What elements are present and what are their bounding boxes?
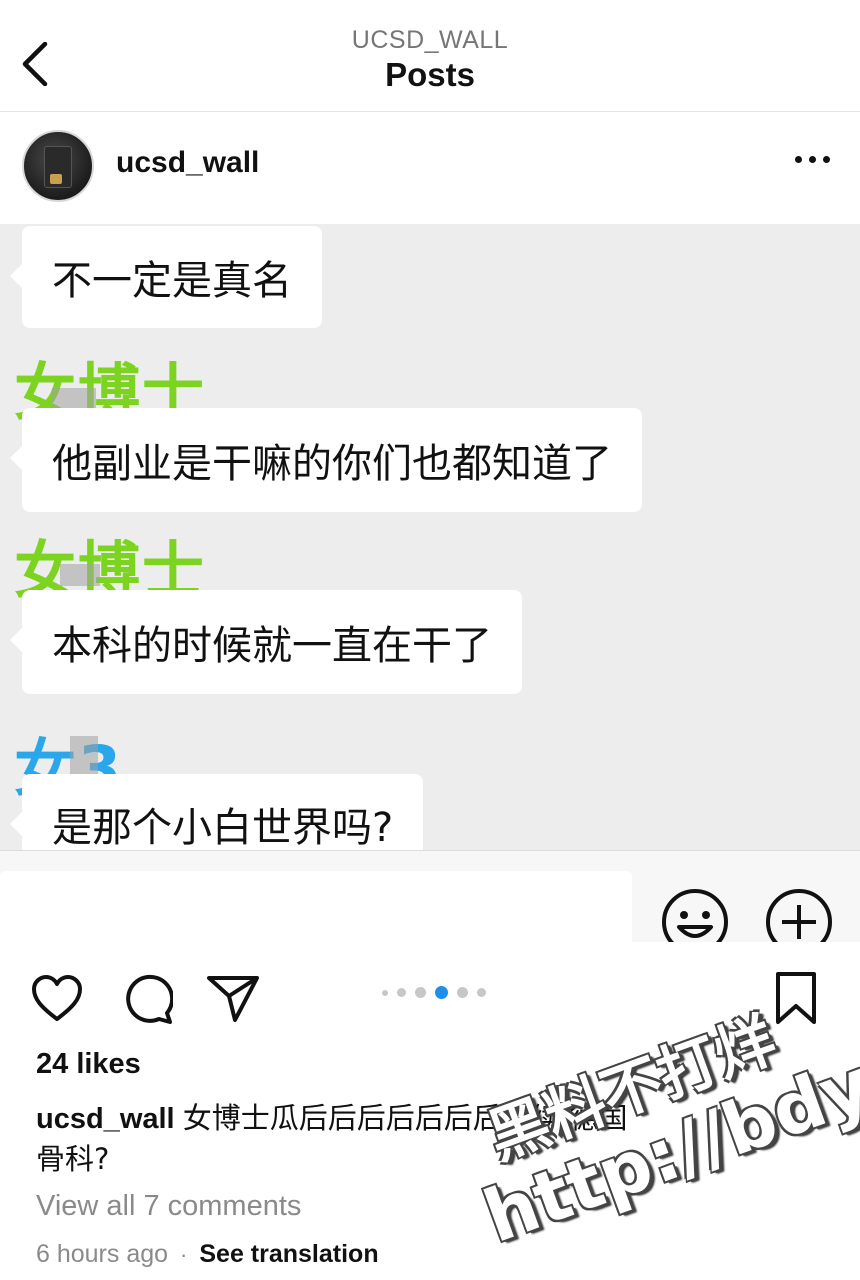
plus-icon: [766, 889, 832, 942]
chat-bubble: 本科的时候就一直在干了: [10, 590, 522, 694]
chat-bubble: 不一定是真名: [10, 226, 322, 328]
chat-input-field: [0, 871, 632, 942]
chat-message-text: 本科的时候就一直在干了: [52, 623, 492, 669]
carousel-indicator: [382, 986, 486, 999]
likes-count[interactable]: 24 likes: [36, 1048, 141, 1081]
carousel-dot: [397, 988, 406, 997]
chat-message-text: 不一定是真名: [52, 258, 292, 304]
more-options-button[interactable]: [795, 156, 830, 163]
carousel-dot: [457, 987, 468, 998]
see-translation-link[interactable]: See translation: [199, 1240, 378, 1269]
share-button[interactable]: [206, 972, 260, 1026]
avatar-image-detail: [50, 174, 62, 184]
comment-button[interactable]: [120, 972, 174, 1026]
chat-bubble: 他副业是干嘛的你们也都知道了: [10, 408, 642, 512]
top-nav-bar: UCSD_WALL Posts: [0, 0, 860, 112]
more-dots-icon: [795, 156, 802, 163]
share-icon: [207, 976, 259, 1022]
carousel-dot: [477, 988, 486, 997]
caption-username[interactable]: ucsd_wall: [36, 1103, 175, 1135]
post-image[interactable]: 不一定是真名 女博士 他副业是干嘛的你们也都知道了 女博士 本科的时候就一直在干…: [0, 224, 860, 942]
like-button[interactable]: [30, 972, 84, 1026]
carousel-dot: [382, 989, 388, 996]
more-dots-icon: [823, 156, 830, 163]
post-meta: 6 hours ago · See translation: [36, 1240, 379, 1269]
bookmark-icon[interactable]: [772, 970, 820, 1026]
carousel-dot: [415, 987, 426, 998]
chat-message-text: 他副业是干嘛的你们也都知道了: [52, 441, 612, 487]
comment-icon: [126, 974, 173, 1024]
post-author-row: ucsd_wall: [0, 112, 860, 224]
emoji-icon: [662, 889, 728, 942]
avatar[interactable]: [22, 130, 94, 202]
post-action-bar: [0, 942, 860, 1042]
heart-icon: [32, 975, 82, 1021]
more-dots-icon: [809, 156, 816, 163]
account-handle: UCSD_WALL: [351, 26, 509, 54]
blur-patch: [60, 564, 100, 586]
post-time: 6 hours ago: [36, 1240, 169, 1268]
page-title: Posts: [385, 56, 475, 93]
carousel-dot-active: [435, 986, 448, 999]
meta-separator: ·: [180, 1241, 188, 1267]
post-caption: ucsd_wall 女博士瓜后后后后后后后后续:德国骨科?: [36, 1098, 636, 1180]
view-comments-link[interactable]: View all 7 comments: [36, 1190, 301, 1223]
chat-message-text: 是那个小白世界吗?: [52, 805, 394, 851]
chat-input-bar: [0, 850, 860, 942]
blur-patch: [52, 388, 96, 410]
post-username[interactable]: ucsd_wall: [116, 146, 259, 180]
